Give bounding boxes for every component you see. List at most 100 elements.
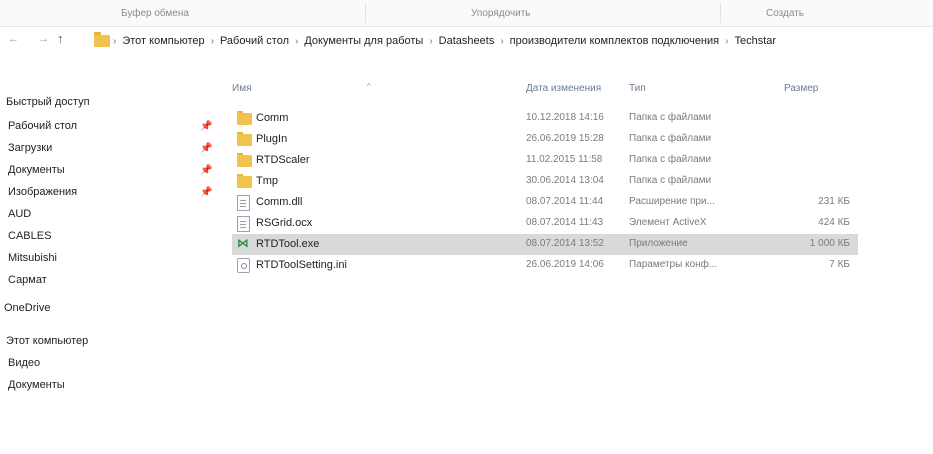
nav-item-documents[interactable]: Документы xyxy=(8,160,65,180)
ribbon-group-bar: Буфер обмена Упорядочить Создать xyxy=(0,0,933,27)
pin-icon[interactable]: 📌 xyxy=(200,187,212,198)
file-type: Параметры конф... xyxy=(629,259,718,270)
file-name: PlugIn xyxy=(256,133,288,145)
file-row-plugin[interactable]: PlugIn 26.06.2019 15:28 Папка с файлами xyxy=(232,129,858,150)
file-date: 30.06.2014 13:04 xyxy=(526,175,604,186)
nav-item-label: Mitsubishi xyxy=(8,252,57,264)
folder-icon xyxy=(237,153,252,167)
nav-item-sarmat[interactable]: Сармат xyxy=(8,270,47,290)
chevron-right-icon[interactable]: › xyxy=(497,36,506,47)
file-row-rsgrid-ocx[interactable]: RSGrid.ocx 08.07.2014 11:43 Элемент Acti… xyxy=(232,213,858,234)
chevron-right-icon[interactable]: › xyxy=(110,36,119,47)
pin-icon[interactable]: 📌 xyxy=(200,121,212,132)
file-row-tmp[interactable]: Tmp 30.06.2014 13:04 Папка с файлами xyxy=(232,171,858,192)
ribbon-group-organize: Упорядочить xyxy=(471,8,531,19)
nav-item-label: AUD xyxy=(8,208,32,220)
nav-item-label: Этот компьютер xyxy=(6,335,89,347)
chevron-right-icon[interactable]: › xyxy=(722,36,731,47)
file-type: Папка с файлами xyxy=(629,112,712,123)
breadcrumb[interactable]: › Этот компьютер › Рабочий стол › Докуме… xyxy=(94,30,933,52)
breadcrumb-techstar[interactable]: Techstar xyxy=(731,35,779,47)
column-header-date[interactable]: Дата изменения xyxy=(526,83,601,94)
file-row-comm-dll[interactable]: Comm.dll 08.07.2014 11:44 Расширение при… xyxy=(232,192,858,213)
column-headers: Имя Дата изменения Тип Размер xyxy=(224,80,933,100)
pin-icon[interactable]: 📌 xyxy=(200,165,212,176)
ribbon-group-new: Создать xyxy=(766,8,805,19)
nav-item-cables[interactable]: CABLES xyxy=(8,226,51,246)
file-name: Tmp xyxy=(256,175,278,187)
file-type: Элемент ActiveX xyxy=(629,217,707,228)
file-name: RTDToolSetting.ini xyxy=(256,259,347,271)
chevron-right-icon[interactable]: › xyxy=(292,36,301,47)
file-name: Comm.dll xyxy=(256,196,303,208)
file-date: 08.07.2014 13:52 xyxy=(526,238,604,249)
file-date: 11.02.2015 11:58 xyxy=(526,154,603,165)
breadcrumb-desktop[interactable]: Рабочий стол xyxy=(217,35,292,47)
column-header-name[interactable]: Имя xyxy=(232,83,251,94)
ribbon-group-clipboard: Буфер обмена xyxy=(121,8,189,19)
file-type: Папка с файлами xyxy=(629,175,712,186)
nav-item-label: Рабочий стол xyxy=(8,120,78,132)
file-date: 10.12.2018 14:16 xyxy=(526,112,604,123)
pin-icon[interactable]: 📌 xyxy=(200,143,212,154)
file-name: Comm xyxy=(256,112,289,124)
file-name: RTDTool.exe xyxy=(256,238,320,250)
ribbon-divider xyxy=(365,3,366,23)
nav-item-label: Изображения xyxy=(8,186,78,198)
forward-button[interactable]: → xyxy=(38,33,49,45)
file-size: 231 КБ xyxy=(818,196,850,207)
file-row-rtdtoolsetting-ini[interactable]: RTDToolSetting.ini 26.06.2019 14:06 Пара… xyxy=(232,255,858,276)
ini-settings-icon xyxy=(237,258,250,273)
folder-icon xyxy=(94,32,110,47)
ribbon-divider xyxy=(720,3,721,23)
breadcrumb-work-documents[interactable]: Документы для работы xyxy=(301,35,426,47)
file-name: RTDScaler xyxy=(256,154,310,166)
dll-file-icon xyxy=(237,195,250,211)
file-date: 26.06.2019 14:06 xyxy=(526,259,604,270)
file-row-rtdscaler[interactable]: RTDScaler 11.02.2015 11:58 Папка с файла… xyxy=(232,150,858,171)
nav-item-label: Загрузки xyxy=(8,142,53,154)
file-row-rtdtool-exe[interactable]: ⋈ RTDTool.exe 08.07.2014 13:52 Приложени… xyxy=(232,234,858,255)
file-type: Папка с файлами xyxy=(629,154,712,165)
breadcrumb-this-pc[interactable]: Этот компьютер xyxy=(119,35,207,47)
nav-item-label: Быстрый доступ xyxy=(6,96,90,108)
file-size: 1 000 КБ xyxy=(809,238,850,249)
nav-item-pc-documents[interactable]: Документы xyxy=(8,375,65,395)
column-header-type[interactable]: Тип xyxy=(629,83,646,94)
file-size: 7 КБ xyxy=(829,259,850,270)
ocx-file-icon xyxy=(237,216,250,232)
nav-item-label: OneDrive xyxy=(4,302,51,314)
file-date: 08.07.2014 11:43 xyxy=(526,217,604,228)
nav-item-desktop[interactable]: Рабочий стол xyxy=(8,116,77,136)
chevron-right-icon[interactable]: › xyxy=(208,36,217,47)
folder-icon xyxy=(237,174,252,188)
nav-item-downloads[interactable]: Загрузки xyxy=(8,138,52,158)
column-header-size[interactable]: Размер xyxy=(784,83,818,94)
up-button[interactable]: ↑ xyxy=(57,31,64,46)
breadcrumb-datasheets[interactable]: Datasheets xyxy=(436,35,498,47)
nav-item-mitsubishi[interactable]: Mitsubishi xyxy=(8,248,57,268)
nav-item-videos[interactable]: Видео xyxy=(8,353,40,373)
folder-icon xyxy=(237,111,252,125)
file-size: 424 КБ xyxy=(818,217,850,228)
nav-item-pictures[interactable]: Изображения xyxy=(8,182,77,202)
chevron-right-icon[interactable]: › xyxy=(426,36,435,47)
back-button[interactable]: ← xyxy=(8,33,19,45)
exe-app-icon: ⋈ xyxy=(237,236,249,250)
address-bar: ← → ↑ › Этот компьютер › Рабочий стол › … xyxy=(0,30,933,52)
folder-icon xyxy=(237,132,252,146)
nav-item-label: Документы xyxy=(8,379,65,391)
file-type: Папка с файлами xyxy=(629,133,712,144)
nav-item-label: Документы xyxy=(8,164,65,176)
nav-item-label: Видео xyxy=(8,357,41,369)
nav-this-pc[interactable]: Этот компьютер xyxy=(6,331,88,351)
breadcrumb-manufacturers[interactable]: производители комплектов подключения xyxy=(507,35,722,47)
nav-item-label: CABLES xyxy=(8,230,52,242)
nav-item-label: Сармат xyxy=(8,274,47,286)
file-type: Приложение xyxy=(629,238,688,249)
nav-onedrive[interactable]: OneDrive xyxy=(4,298,50,318)
nav-quick-access[interactable]: Быстрый доступ xyxy=(6,92,90,112)
file-name: RSGrid.ocx xyxy=(256,217,313,229)
file-row-comm[interactable]: Comm 10.12.2018 14:16 Папка с файлами xyxy=(232,108,858,129)
nav-item-aud[interactable]: AUD xyxy=(8,204,31,224)
